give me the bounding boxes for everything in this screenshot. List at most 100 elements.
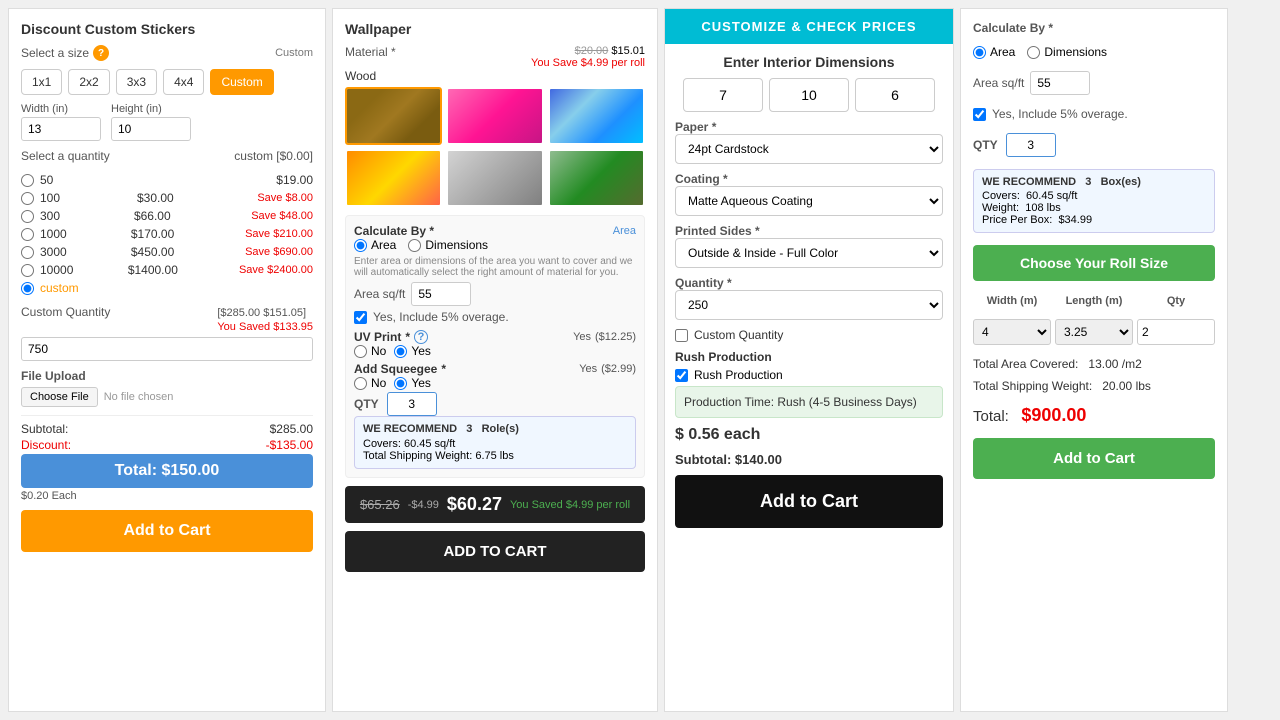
calc-radio-p4: Area Dimensions <box>973 45 1215 59</box>
length-col-label: Length (m) <box>1055 295 1133 307</box>
size-btn-custom[interactable]: Custom <box>210 69 273 95</box>
size-btn-4x4[interactable]: 4x4 <box>163 69 204 95</box>
sq-yes-radio[interactable] <box>394 377 407 390</box>
uv-help-icon[interactable]: ? <box>414 330 428 344</box>
calc-radio-row: Area Dimensions <box>354 238 636 252</box>
quantity-field: Quantity * 250 <box>675 276 943 320</box>
calc-area-radio-p4[interactable] <box>973 46 986 59</box>
qty-header: Select a quantity custom [$0.00] <box>21 149 313 163</box>
subtotal-row: Subtotal: $285.00 <box>21 422 313 436</box>
size-btn-1x1[interactable]: 1x1 <box>21 69 62 95</box>
printed-sides-select[interactable]: Outside & Inside - Full Color <box>675 238 943 268</box>
size-btn-3x3[interactable]: 3x3 <box>116 69 157 95</box>
qty-row-custom: custom <box>21 279 313 297</box>
material-section: Material * $20.00 $15.01 You Save $4.99 … <box>345 45 645 207</box>
rush-checkbox[interactable] <box>675 369 688 382</box>
discount-row: Discount: -$135.00 <box>21 438 313 452</box>
size-buttons: 1x1 2x2 3x3 4x4 Custom <box>21 69 313 95</box>
calc-by-label-p4: Calculate By * <box>973 21 1215 35</box>
custom-qty-section: Custom Quantity [$285.00 $151.05] You Sa… <box>21 305 313 361</box>
choose-file-btn[interactable]: Choose File <box>21 387 98 407</box>
qty-radio-3000[interactable] <box>21 246 34 259</box>
orig-price: $65.26 <box>360 497 400 512</box>
add-to-cart-button[interactable]: Add to Cart <box>21 510 313 552</box>
width-select[interactable]: 4 <box>973 319 1051 345</box>
total-price-p4: Total: $900.00 <box>973 405 1215 426</box>
size-help-icon[interactable]: ? <box>93 45 109 61</box>
overage-checkbox[interactable] <box>354 311 367 324</box>
custom-qty-input[interactable] <box>21 337 313 361</box>
area-input-p4[interactable] <box>1030 71 1090 95</box>
calc-area-radio[interactable] <box>354 239 367 252</box>
overage-p4: Yes, Include 5% overage. <box>973 107 1215 121</box>
price-bar: $65.26 -$4.99 $60.27 You Saved $4.99 per… <box>345 486 645 523</box>
dimensions-row: Width (in) Height (in) <box>21 103 313 141</box>
thumb-geo[interactable] <box>548 87 645 145</box>
dim1-input[interactable] <box>683 78 763 112</box>
thumb-wood[interactable] <box>345 87 442 145</box>
rush-info-box: Production Time: Rush (4-5 Business Days… <box>675 386 943 418</box>
panel-wallpaper: Wallpaper Material * $20.00 $15.01 You S… <box>332 8 658 712</box>
qty-radio-custom[interactable] <box>21 282 34 295</box>
qty-row-10000: 10000 $1400.00 Save $2400.00 <box>21 261 313 279</box>
total-price-value: $900.00 <box>1021 405 1086 425</box>
width-input[interactable] <box>21 117 101 141</box>
thumb-room[interactable] <box>548 149 645 207</box>
quantity-select[interactable]: 250 <box>675 290 943 320</box>
size-label: Select a size ? <box>21 45 109 61</box>
thumb-pink[interactable] <box>446 87 543 145</box>
hint-text: Enter area or dimensions of the area you… <box>354 256 636 278</box>
qty-input[interactable] <box>387 392 437 416</box>
qty-radio-50[interactable] <box>21 174 34 187</box>
add-to-cart-button[interactable]: ADD TO CART <box>345 531 645 572</box>
height-label: Height (in) <box>111 103 191 115</box>
qty-radio-1000[interactable] <box>21 228 34 241</box>
uv-no-radio[interactable] <box>354 345 367 358</box>
qty-radio-100[interactable] <box>21 192 34 205</box>
length-select[interactable]: 3.25 <box>1055 319 1133 345</box>
dim2-input[interactable] <box>769 78 849 112</box>
add-to-cart-button[interactable]: Add to Cart <box>973 438 1215 479</box>
each-label: $0.20 Each <box>21 490 313 502</box>
area-row-p4: Area sq/ft <box>973 71 1215 95</box>
overage-checkbox-row: Yes, Include 5% overage. <box>354 310 636 324</box>
size-btn-2x2[interactable]: 2x2 <box>68 69 109 95</box>
height-field: Height (in) <box>111 103 191 141</box>
qty-roll-input[interactable] <box>1137 319 1215 345</box>
dim3-input[interactable] <box>855 78 935 112</box>
custom-tag: Custom <box>275 47 313 59</box>
width-label: Width (in) <box>21 103 101 115</box>
height-input[interactable] <box>111 117 191 141</box>
width-col-label: Width (m) <box>973 295 1051 307</box>
add-to-cart-button[interactable]: Add to Cart <box>675 475 943 528</box>
rush-label: Rush Production <box>675 350 943 364</box>
thumb-sunset[interactable] <box>345 149 442 207</box>
custom-qty-checkbox[interactable] <box>675 329 688 342</box>
area-input[interactable] <box>411 282 471 306</box>
coating-select[interactable]: Matte Aqueous Coating <box>675 186 943 216</box>
discount-tag: -$4.99 <box>408 499 439 511</box>
coating-field: Coating * Matte Aqueous Coating <box>675 172 943 216</box>
rush-row: Rush Production <box>675 368 943 382</box>
overage-checkbox-p4[interactable] <box>973 108 986 121</box>
qty-options: 50 $19.00 100 $30.00 Save $8.00 300 $66.… <box>21 171 313 297</box>
paper-select[interactable]: 24pt Cardstock <box>675 134 943 164</box>
qty-input-row: QTY <box>354 392 636 416</box>
size-select-row: Select a size ? Custom <box>21 45 313 61</box>
qty-radio-10000[interactable] <box>21 264 34 277</box>
thumb-grey[interactable] <box>446 149 543 207</box>
qty-radio-300[interactable] <box>21 210 34 223</box>
uv-yes-radio[interactable] <box>394 345 407 358</box>
width-field: Width (in) <box>21 103 101 141</box>
qty-row-1000: 1000 $170.00 Save $210.00 <box>21 225 313 243</box>
panel-customize: CUSTOMIZE & CHECK PRICES Enter Interior … <box>664 8 954 712</box>
qty-row-50: 50 $19.00 <box>21 171 313 189</box>
roll-selects: 4 3.25 <box>973 319 1215 345</box>
sq-no-radio[interactable] <box>354 377 367 390</box>
qty-input-p4[interactable] <box>1006 133 1056 157</box>
calc-dim-radio[interactable] <box>408 239 421 252</box>
calc-dim-radio-p4[interactable] <box>1027 46 1040 59</box>
qty-col-label: Qty <box>1137 295 1215 307</box>
qty-row-3000: 3000 $450.00 Save $690.00 <box>21 243 313 261</box>
qty-row-100: 100 $30.00 Save $8.00 <box>21 189 313 207</box>
